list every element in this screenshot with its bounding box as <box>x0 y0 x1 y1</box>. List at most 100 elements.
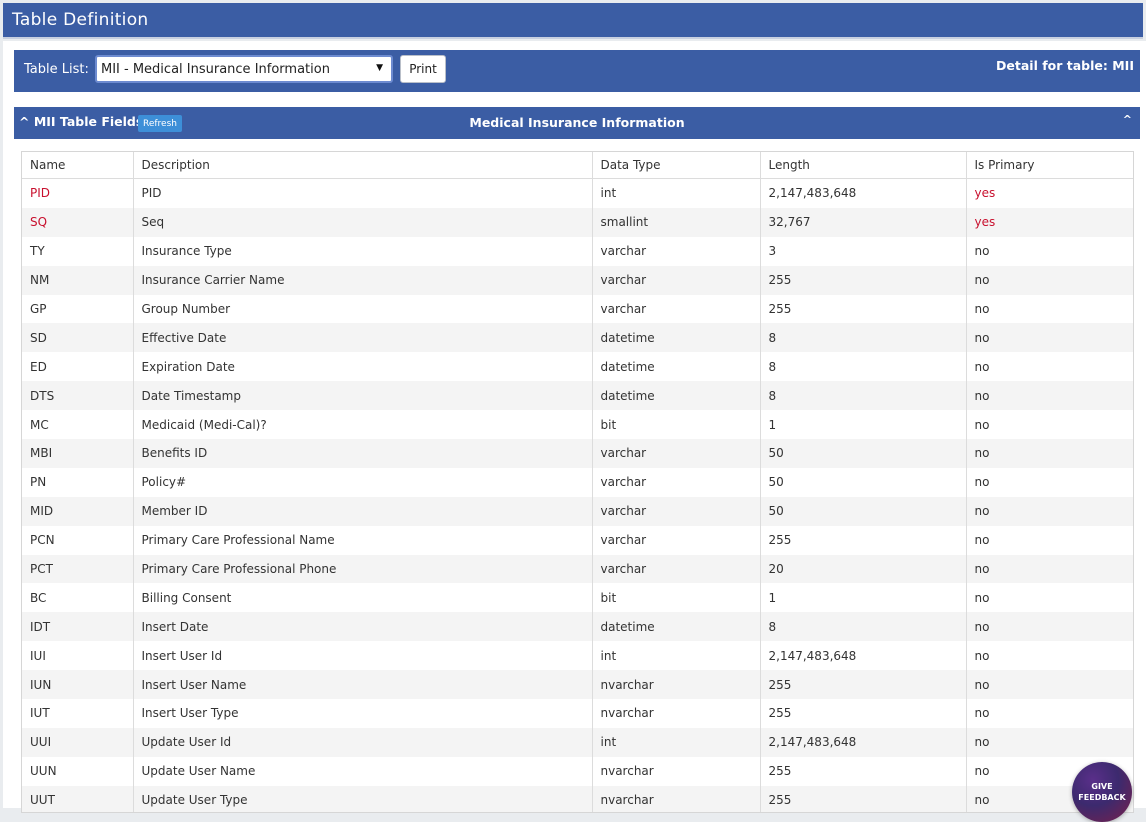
cell-length: 50 <box>760 467 967 497</box>
cell-length: 255 <box>760 265 967 295</box>
cell-name: PCT <box>22 554 134 584</box>
cell-description: Billing Consent <box>133 583 593 613</box>
feedback-line-1: GIVE <box>1091 782 1113 791</box>
table-row: MID Member ID varchar 50 no <box>22 496 1133 526</box>
cell-data-type: varchar <box>592 265 761 295</box>
cell-data-type: smallint <box>592 207 761 237</box>
column-header-name[interactable]: Name <box>22 152 134 179</box>
cell-length: 8 <box>760 381 967 411</box>
cell-description: Primary Care Professional Phone <box>133 554 593 584</box>
cell-data-type: nvarchar <box>592 699 761 728</box>
column-header-data-type[interactable]: Data Type <box>592 152 761 179</box>
cell-data-type: bit <box>592 410 761 440</box>
cell-description: Expiration Date <box>133 352 593 382</box>
cell-description: Seq <box>133 207 593 237</box>
cell-name: PCN <box>22 525 134 555</box>
section-heading: Medical Insurance Information <box>469 115 685 130</box>
cell-is-primary: yes <box>974 186 996 201</box>
cell-name: IUI <box>22 641 134 671</box>
cell-is-primary: no <box>974 388 990 403</box>
cell-is-primary: no <box>974 475 990 490</box>
cell-length: 3 <box>760 236 967 266</box>
cell-length: 2,147,483,648 <box>760 727 967 757</box>
cell-name: SD <box>22 323 134 353</box>
table-row: NM Insurance Carrier Name varchar 255 no <box>22 265 1133 295</box>
cell-is-primary: no <box>974 330 990 345</box>
cell-length: 1 <box>760 583 967 613</box>
table-row: IUN Insert User Name nvarchar 255 no <box>22 670 1133 700</box>
cell-length: 50 <box>760 439 967 468</box>
print-button[interactable]: Print <box>400 55 446 83</box>
cell-name: DTS <box>22 381 134 411</box>
table-row: IUI Insert User Id int 2,147,483,648 no <box>22 641 1133 671</box>
cell-length: 255 <box>760 756 967 786</box>
column-header-length[interactable]: Length <box>760 152 967 179</box>
cell-description: Policy# <box>133 467 593 497</box>
cell-name: NM <box>22 265 134 295</box>
cell-description: Group Number <box>133 294 593 324</box>
table-list-select[interactable]: MII - Medical Insurance Information ▼ <box>95 55 393 83</box>
cell-description: Update User Id <box>133 727 593 757</box>
cell-data-type: varchar <box>592 496 761 526</box>
cell-name: ED <box>22 352 134 382</box>
feedback-line-2: FEEDBACK <box>1078 793 1126 802</box>
cell-name: MC <box>22 410 134 440</box>
cell-data-type: int <box>592 641 761 671</box>
collapse-icon[interactable]: ^ <box>1123 113 1132 126</box>
table-row: SD Effective Date datetime 8 no <box>22 323 1133 353</box>
cell-length: 8 <box>760 323 967 353</box>
column-header-is-primary[interactable]: Is Primary <box>966 152 1133 179</box>
cell-data-type: datetime <box>592 323 761 353</box>
cell-data-type: varchar <box>592 554 761 584</box>
cell-length: 255 <box>760 785 967 812</box>
cell-description: Effective Date <box>133 323 593 353</box>
cell-description: Benefits ID <box>133 439 593 468</box>
cell-name: SQ <box>22 207 134 237</box>
cell-length: 2,147,483,648 <box>760 641 967 671</box>
chevron-down-icon: ▼ <box>376 63 383 73</box>
cell-is-primary: no <box>974 590 990 605</box>
cell-data-type: varchar <box>592 467 761 497</box>
cell-description: Insert User Id <box>133 641 593 671</box>
cell-is-primary: no <box>974 359 990 374</box>
cell-is-primary: no <box>974 446 990 461</box>
cell-description: Insert Date <box>133 612 593 642</box>
cell-name: UUN <box>22 756 134 786</box>
fields-table: Name Description Data Type Length Is Pri… <box>22 152 1133 812</box>
cell-name: UUT <box>22 785 134 812</box>
table-row: IUT Insert User Type nvarchar 255 no <box>22 699 1133 728</box>
table-select-bar: Table List: MII - Medical Insurance Info… <box>14 50 1140 92</box>
cell-is-primary: no <box>974 677 990 692</box>
table-list-label: Table List: <box>24 62 89 77</box>
cell-length: 1 <box>760 410 967 440</box>
cell-is-primary: no <box>974 417 990 432</box>
table-row: UUI Update User Id int 2,147,483,648 no <box>22 727 1133 757</box>
table-row: DTS Date Timestamp datetime 8 no <box>22 381 1133 411</box>
cell-name: IUN <box>22 670 134 700</box>
cell-description: Member ID <box>133 496 593 526</box>
cell-name: IDT <box>22 612 134 642</box>
table-row: UUT Update User Type nvarchar 255 no <box>22 785 1133 812</box>
cell-description: Insurance Carrier Name <box>133 265 593 295</box>
cell-name: MBI <box>22 439 134 468</box>
table-row: MC Medicaid (Medi-Cal)? bit 1 no <box>22 410 1133 440</box>
table-row: PCN Primary Care Professional Name varchar… <box>22 525 1133 555</box>
cell-data-type: int <box>592 727 761 757</box>
cell-name: UUI <box>22 727 134 757</box>
cell-is-primary: no <box>974 273 990 288</box>
cell-is-primary: no <box>974 533 990 548</box>
cell-data-type: varchar <box>592 525 761 555</box>
cell-length: 255 <box>760 294 967 324</box>
page-title: Table Definition <box>3 3 1143 39</box>
column-header-description[interactable]: Description <box>133 152 593 179</box>
cell-description: Update User Name <box>133 756 593 786</box>
cell-length: 255 <box>760 670 967 700</box>
cell-description: Insert User Name <box>133 670 593 700</box>
cell-data-type: datetime <box>592 381 761 411</box>
cell-length: 20 <box>760 554 967 584</box>
cell-description: Update User Type <box>133 785 593 812</box>
cell-is-primary: no <box>974 706 990 721</box>
cell-description: Insert User Type <box>133 699 593 728</box>
table-row: GP Group Number varchar 255 no <box>22 294 1133 324</box>
give-feedback-button[interactable]: GIVE FEEDBACK <box>1072 762 1132 822</box>
